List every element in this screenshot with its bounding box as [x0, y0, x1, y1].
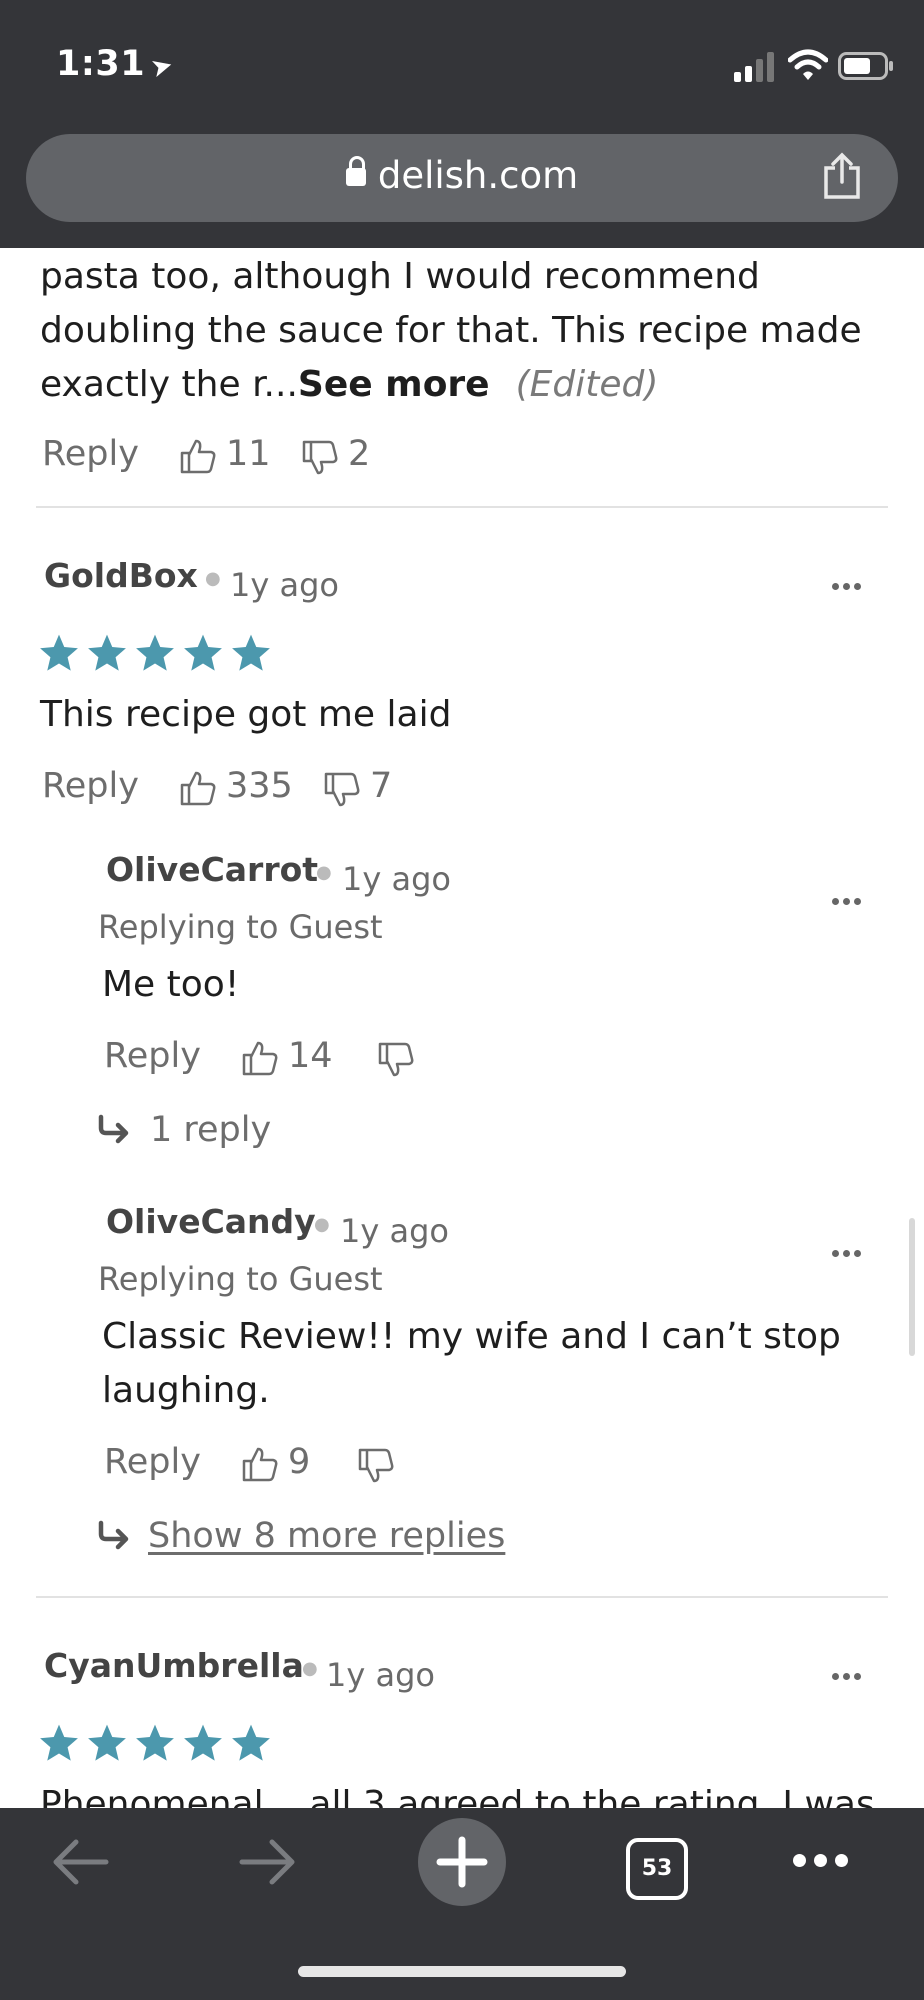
- url-text: delish.com: [377, 154, 579, 197]
- thumbs-up-icon[interactable]: [178, 768, 218, 808]
- reply-arrow-icon: [98, 1520, 129, 1550]
- comment-text-line: pasta too, although I would recommend: [40, 256, 760, 297]
- reply-author[interactable]: OliveCarrot: [106, 850, 318, 889]
- star-icon: [136, 1724, 174, 1761]
- reply-time: 1y ago: [340, 1212, 449, 1250]
- status-time: 1:31➤: [56, 44, 177, 85]
- like-count: 335: [226, 766, 293, 806]
- comment-text-line: doubling the sauce for that. This recipe…: [40, 310, 862, 351]
- star-icon: [184, 1724, 222, 1761]
- edited-label: (Edited): [515, 364, 659, 405]
- scroll-indicator[interactable]: [909, 1218, 915, 1356]
- star-icon: [232, 634, 270, 671]
- reply-text-line: laughing.: [102, 1370, 270, 1411]
- tabs-button[interactable]: 53: [626, 1838, 688, 1900]
- reply-button[interactable]: Reply: [104, 1036, 201, 1076]
- dislike-count: 2: [348, 434, 371, 474]
- reply-button[interactable]: Reply: [42, 766, 139, 806]
- thumbs-down-icon[interactable]: [322, 770, 362, 810]
- reply-button[interactable]: Reply: [104, 1442, 201, 1482]
- cellular-signal-icon: [734, 52, 774, 82]
- star-icon: [184, 634, 222, 671]
- more-options-icon[interactable]: [832, 890, 866, 905]
- comment-author[interactable]: CyanUmbrella: [44, 1646, 304, 1685]
- see-more-link[interactable]: See more: [298, 364, 490, 405]
- reply-time: 1y ago: [342, 860, 451, 898]
- home-indicator: [298, 1966, 626, 1977]
- more-options-icon[interactable]: [832, 1242, 866, 1257]
- dislike-count: 7: [370, 766, 393, 806]
- comment-text: This recipe got me laid: [40, 694, 452, 735]
- star-icon: [88, 634, 126, 671]
- comment-author[interactable]: GoldBox: [44, 556, 198, 595]
- comment-time: 1y ago: [230, 566, 339, 604]
- thumbs-down-icon[interactable]: [356, 1446, 396, 1486]
- comment-time: 1y ago: [326, 1656, 435, 1694]
- more-options-icon[interactable]: [832, 575, 866, 590]
- star-icon: [40, 1724, 78, 1761]
- more-menu-icon[interactable]: [793, 1852, 856, 1871]
- more-options-icon[interactable]: [832, 1665, 866, 1680]
- thumbs-up-icon[interactable]: [240, 1444, 280, 1484]
- like-count: 14: [288, 1036, 333, 1076]
- like-count: 9: [288, 1442, 311, 1482]
- replying-to-label: Replying to Guest: [98, 908, 383, 946]
- star-rating: [38, 1722, 272, 1764]
- battery-icon: [838, 52, 893, 80]
- address-bar[interactable]: delish.com: [26, 134, 898, 222]
- comment-text-line: exactly the r...: [40, 364, 298, 405]
- star-icon: [88, 1724, 126, 1761]
- reply-arrow-icon: [98, 1114, 129, 1144]
- lock-icon: [345, 156, 366, 186]
- thumbs-up-icon[interactable]: [240, 1038, 280, 1078]
- thumbs-down-icon[interactable]: [300, 438, 340, 478]
- reply-author[interactable]: OliveCandy: [106, 1202, 316, 1241]
- reply-text: Me too!: [102, 964, 240, 1005]
- share-icon[interactable]: [822, 152, 862, 200]
- comment-text: Phenomenal....all 3 agreed to the rating…: [40, 1784, 875, 1808]
- star-rating: [38, 632, 272, 674]
- replying-to-label: Replying to Guest: [98, 1260, 383, 1298]
- wifi-icon: [788, 49, 828, 80]
- reply-text-line: Classic Review!! my wife and I can’t sto…: [102, 1316, 841, 1357]
- star-icon: [136, 634, 174, 671]
- back-arrow-icon[interactable]: [48, 1838, 112, 1886]
- forward-arrow-icon[interactable]: [236, 1838, 300, 1886]
- like-count: 11: [226, 434, 271, 474]
- location-arrow-icon: ➤: [147, 49, 177, 85]
- thumbs-down-icon[interactable]: [376, 1040, 416, 1080]
- comments-feed: pasta too, although I would recommend do…: [0, 248, 924, 1808]
- reply-button[interactable]: Reply: [42, 434, 139, 474]
- plus-icon: [436, 1836, 488, 1888]
- divider: [36, 506, 888, 508]
- new-tab-button[interactable]: [418, 1818, 506, 1906]
- star-icon: [232, 1724, 270, 1761]
- thumbs-up-icon[interactable]: [178, 436, 218, 476]
- divider: [36, 1596, 888, 1598]
- view-replies-link[interactable]: 1 reply: [150, 1110, 271, 1150]
- show-more-replies-link[interactable]: Show 8 more replies: [148, 1516, 505, 1556]
- star-icon: [40, 634, 78, 671]
